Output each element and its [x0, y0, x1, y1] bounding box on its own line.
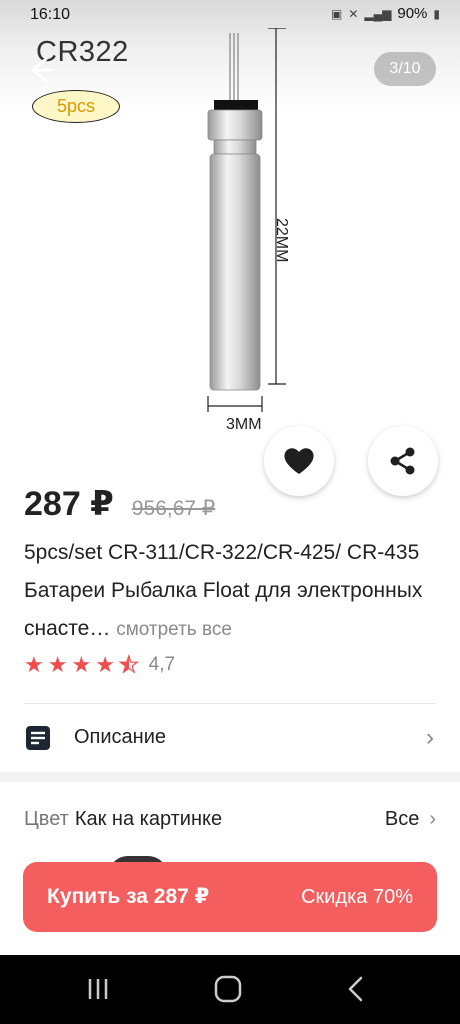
price-old: 956,67 ₽ — [131, 497, 216, 520]
battery-illustration — [207, 28, 286, 412]
chevron-right-icon: › — [429, 808, 436, 830]
mute-icon: ✕ — [348, 6, 359, 21]
status-icons: ▣ ✕ ▂▄▆ 90% ▮ — [331, 5, 440, 22]
signal-icon: ▂▄▆ — [364, 6, 392, 21]
star-half-icon: ★ — [118, 651, 139, 677]
see-all-link[interactable]: смотреть все — [116, 619, 232, 640]
rating-value: 4,7 — [148, 654, 176, 675]
buy-button[interactable]: Купить за 287 ₽ Скидка 70% — [23, 862, 437, 932]
chevron-right-icon: › — [426, 724, 434, 751]
dimension-length-label: 22MM — [273, 218, 290, 263]
section-divider — [0, 772, 460, 782]
color-all-label: Все — [384, 808, 420, 830]
page-counter: 3/10 — [374, 52, 436, 86]
share-button[interactable] — [368, 426, 438, 496]
price-current: 287 ₽ — [24, 485, 114, 523]
star-full-icon: ★ — [71, 652, 92, 677]
heart-icon — [284, 448, 314, 474]
status-time: 16:10 — [30, 6, 71, 23]
color-all-link[interactable]: Все › — [385, 808, 436, 831]
product-gallery[interactable]: CR322 5pcs 3/10 22MM 3MM — [0, 0, 460, 460]
color-label: Цвет — [24, 808, 69, 830]
document-icon — [26, 726, 50, 750]
buy-label: Купить за 287 ₽ — [47, 885, 210, 908]
back-nav-button[interactable] — [336, 973, 376, 1005]
recent-apps-button[interactable] — [78, 973, 118, 1005]
status-bar: 16:10 ▣ ✕ ▂▄▆ 90% ▮ — [0, 0, 460, 30]
price-row: 287 ₽ 956,67 ₽ — [24, 484, 215, 524]
home-button[interactable] — [208, 973, 248, 1005]
dimension-width-label: 3MM — [226, 416, 262, 433]
discount-label: Скидка 70% — [301, 886, 413, 908]
arrow-left-icon — [31, 57, 54, 83]
back-button[interactable] — [22, 52, 58, 88]
description-row[interactable]: Описание › — [0, 710, 460, 766]
rating-row[interactable]: ★ ★ ★ ★ ★ 4,7 — [24, 651, 176, 678]
star-full-icon: ★ — [47, 652, 68, 677]
color-option-row[interactable]: Цвет Как на картинке Все › — [24, 808, 436, 838]
description-label: Описание — [74, 726, 167, 748]
battery-icon: ▮ — [433, 6, 440, 21]
star-full-icon: ★ — [24, 652, 44, 677]
star-full-icon: ★ — [95, 652, 115, 677]
battery-text: 90% — [397, 5, 428, 22]
favorite-button[interactable] — [264, 426, 334, 496]
product-title[interactable]: 5pcs/set CR-311/CR-322/CR-425/ CR-435 Ба… — [24, 534, 444, 649]
lock-icon: ▣ — [330, 6, 343, 21]
system-nav-bar — [0, 955, 460, 1024]
share-icon — [390, 447, 415, 475]
pack-badge: 5pcs — [32, 90, 120, 123]
color-value: Как на картинке — [74, 808, 223, 830]
divider — [24, 703, 436, 704]
